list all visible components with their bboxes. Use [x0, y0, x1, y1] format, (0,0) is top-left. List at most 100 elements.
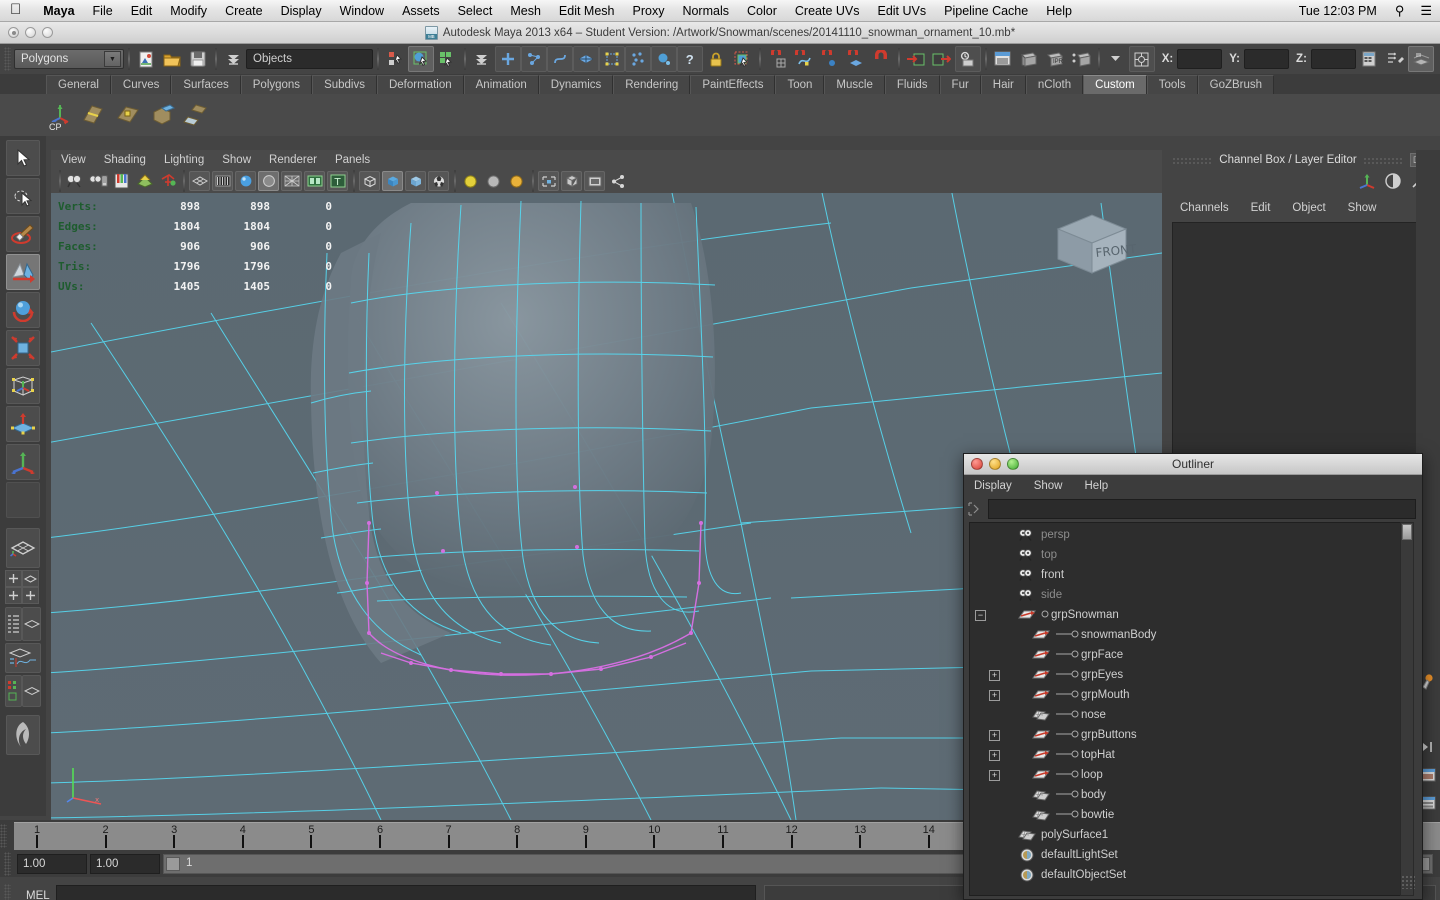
- outliner-item-grpFace[interactable]: grpFace: [970, 645, 1400, 665]
- highlight-selection-icon[interactable]: [729, 46, 755, 72]
- film-gate-icon[interactable]: [584, 171, 605, 191]
- viewport-menu-renderer[interactable]: Renderer: [269, 154, 317, 166]
- close-button[interactable]: [971, 458, 983, 470]
- panel-grip-left[interactable]: [1172, 156, 1214, 164]
- shelf-tab-dynamics[interactable]: Dynamics: [538, 75, 614, 94]
- chevron-down-icon[interactable]: ▼: [104, 51, 121, 67]
- menu-item-maya[interactable]: Maya: [34, 0, 83, 22]
- component-mask-menu-icon[interactable]: [469, 46, 495, 72]
- menu-item-select[interactable]: Select: [449, 0, 502, 22]
- outliner-search-input[interactable]: [988, 499, 1416, 519]
- hypergraph-persp-layout-icon[interactable]: [5, 643, 41, 675]
- menu-item-modify[interactable]: Modify: [161, 0, 216, 22]
- xray-joints-icon[interactable]: [382, 171, 403, 191]
- outliner-item-grpEyes[interactable]: + grpEyes: [970, 665, 1400, 685]
- snap-to-view-plane-icon[interactable]: [868, 46, 894, 72]
- outliner-persp-layout-icon[interactable]: [5, 607, 41, 643]
- shelf-tab-hair[interactable]: Hair: [980, 75, 1026, 94]
- select-by-component-type-icon[interactable]: [434, 46, 460, 72]
- light-grey-icon[interactable]: [483, 171, 504, 191]
- move-tool-icon[interactable]: [6, 254, 40, 290]
- outliner-expand-toggle[interactable]: +: [989, 689, 1000, 701]
- shelf-tab-custom[interactable]: Custom: [1083, 75, 1147, 94]
- menu-item-proxy[interactable]: Proxy: [624, 0, 674, 22]
- viewport-menu-lighting[interactable]: Lighting: [164, 154, 204, 166]
- bookmarks-icon[interactable]: [111, 171, 132, 191]
- shelf-tab-surfaces[interactable]: Surfaces: [171, 75, 241, 94]
- menu-item-mesh[interactable]: Mesh: [501, 0, 550, 22]
- flat-shade-icon[interactable]: [235, 171, 256, 191]
- select-by-object-type-icon[interactable]: [407, 46, 434, 72]
- zoom-button[interactable]: [42, 27, 53, 38]
- shelf-tab-curves[interactable]: Curves: [110, 75, 172, 94]
- window-controls[interactable]: [8, 27, 53, 38]
- construction-history-toggle-icon[interactable]: [954, 46, 981, 72]
- menu-item-pipeline-cache[interactable]: Pipeline Cache: [935, 0, 1037, 22]
- shadows-icon[interactable]: T: [327, 171, 348, 191]
- channel-box-menu-show[interactable]: Show: [1348, 202, 1377, 214]
- layout-quad-tl[interactable]: [5, 570, 22, 587]
- snap-to-grid-icon[interactable]: [764, 46, 790, 72]
- outliner-menu-show[interactable]: Show: [1034, 480, 1063, 492]
- outliner-menu-help[interactable]: Help: [1085, 480, 1109, 492]
- select-by-hierarchy-icon[interactable]: [382, 46, 408, 72]
- four-view-layout-icon[interactable]: [5, 570, 41, 604]
- outliner-expand-toggle[interactable]: +: [989, 749, 1000, 761]
- shelf-tab-rendering[interactable]: Rendering: [613, 75, 691, 94]
- render-view-icon[interactable]: [1068, 46, 1094, 72]
- viewport-menu-shading[interactable]: Shading: [104, 154, 146, 166]
- menu-item-edit-mesh[interactable]: Edit Mesh: [550, 0, 624, 22]
- lock-selection-icon[interactable]: [703, 46, 729, 72]
- separate-icon[interactable]: [182, 100, 212, 130]
- shelf-tab-polygons[interactable]: Polygons: [240, 75, 313, 94]
- lasso-select-tool-icon[interactable]: [6, 178, 40, 214]
- viewport-menu-panels[interactable]: Panels: [335, 154, 370, 166]
- outliner-item-grpButtons[interactable]: + grpButtons: [970, 725, 1400, 745]
- select-tool-icon[interactable]: [6, 140, 40, 176]
- isolate-select-icon[interactable]: [538, 171, 559, 191]
- outliner-item-defaultObjectSet[interactable]: defaultObjectSet: [970, 865, 1400, 885]
- single-perspective-view-icon[interactable]: [6, 528, 40, 568]
- layout-outliner-pane[interactable]: [5, 607, 22, 641]
- extrude-icon[interactable]: [114, 100, 144, 130]
- shaded-wireframe-icon[interactable]: [258, 171, 279, 191]
- xray-icon[interactable]: [359, 171, 380, 191]
- shelf-tab-fur[interactable]: Fur: [939, 75, 981, 94]
- menu-item-create[interactable]: Create: [216, 0, 272, 22]
- rotate-tool-icon[interactable]: [6, 292, 40, 328]
- menu-set-dropdown[interactable]: Polygons ▼: [14, 49, 124, 69]
- menu-item-window[interactable]: Window: [331, 0, 393, 22]
- layout-quad-bl[interactable]: [5, 587, 22, 604]
- zoom-button[interactable]: [1007, 458, 1019, 470]
- construction-history-output-icon[interactable]: [929, 46, 955, 72]
- textured-icon[interactable]: [281, 171, 302, 191]
- light-orange-icon[interactable]: [506, 171, 527, 191]
- outliner-item-nose[interactable]: nose: [970, 705, 1400, 725]
- outliner-window-controls[interactable]: [971, 458, 1019, 470]
- outliner-item-grpMouth[interactable]: + grpMouth: [970, 685, 1400, 705]
- outliner-scroll-thumb[interactable]: [1402, 524, 1412, 540]
- menu-item-normals[interactable]: Normals: [673, 0, 738, 22]
- shelf-tab-toon[interactable]: Toon: [775, 75, 825, 94]
- outliner-item-loop[interactable]: + loop: [970, 765, 1400, 785]
- outliner-expand-toggle[interactable]: −: [975, 609, 986, 621]
- scale-tool-icon[interactable]: [6, 330, 40, 366]
- outliner-menu-display[interactable]: Display: [974, 480, 1012, 492]
- outliner-item-topHat[interactable]: + topHat: [970, 745, 1400, 765]
- channel-box-menu-edit[interactable]: Edit: [1251, 202, 1271, 214]
- mask-handles-icon[interactable]: [494, 46, 521, 72]
- apple-logo-icon[interactable]: : [10, 2, 21, 17]
- ipr-render-icon[interactable]: [1016, 46, 1042, 72]
- shelf-tab-gozbrush[interactable]: GoZBrush: [1197, 75, 1275, 94]
- menu-item-edit-uvs[interactable]: Edit UVs: [868, 0, 935, 22]
- selection-mask-menu-icon[interactable]: [220, 46, 246, 72]
- high-quality-render-icon[interactable]: [428, 171, 449, 191]
- outliner-item-front[interactable]: front: [970, 565, 1400, 585]
- x-input-field[interactable]: [1177, 49, 1223, 69]
- command-line-grip[interactable]: [4, 884, 11, 900]
- outliner-list[interactable]: persp top front side − grpSnowman snowmanBody g…: [969, 522, 1401, 896]
- outliner-item-top[interactable]: top: [970, 545, 1400, 565]
- range-slider-left-handle[interactable]: [166, 857, 180, 871]
- combine-icon[interactable]: [148, 100, 178, 130]
- select-camera-icon[interactable]: [65, 171, 86, 191]
